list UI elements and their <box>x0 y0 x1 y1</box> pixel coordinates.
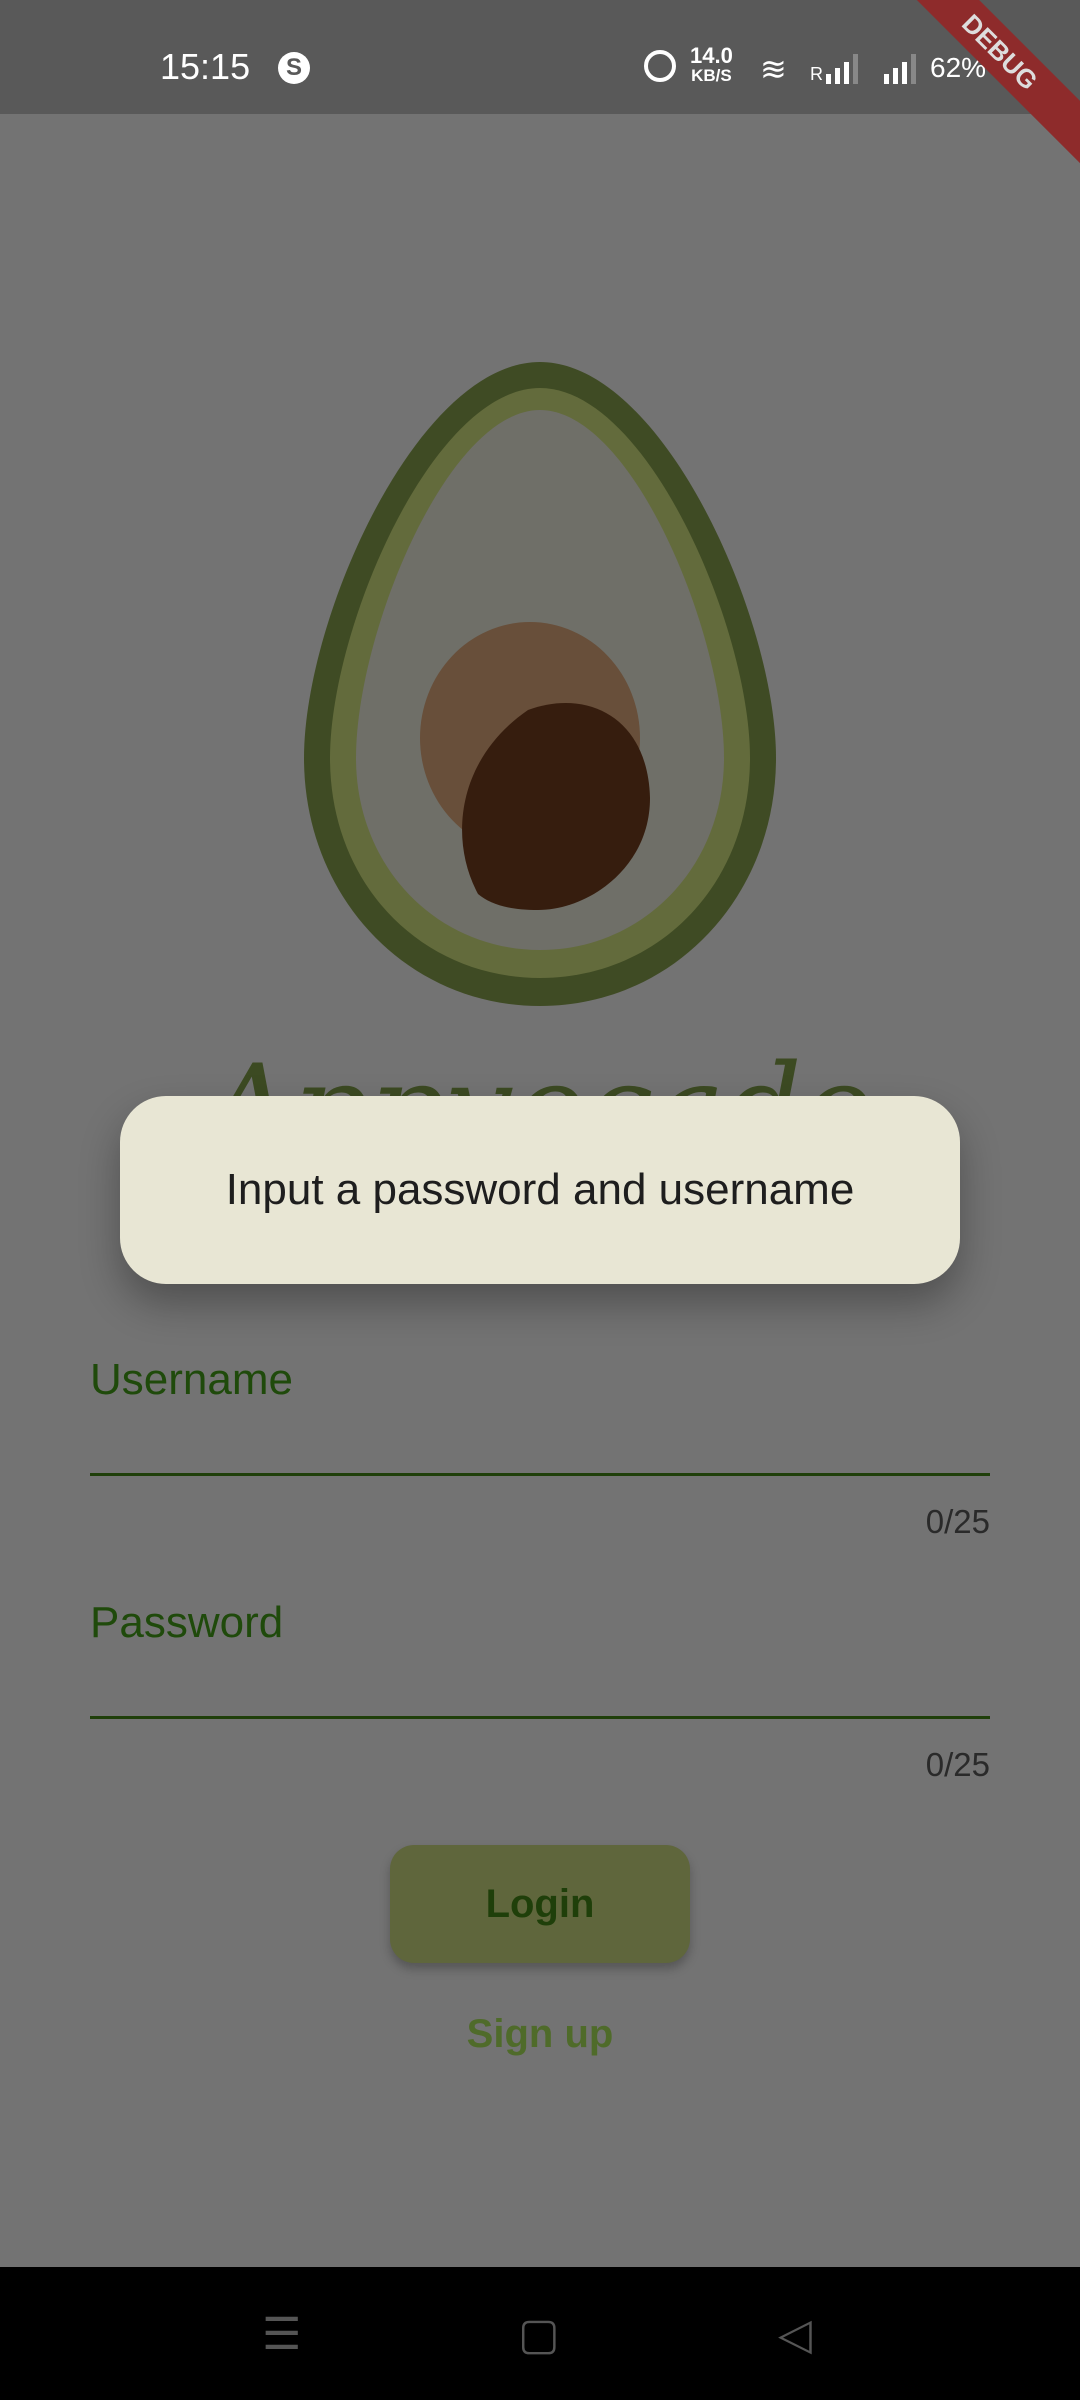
alarm-icon <box>644 50 676 82</box>
network-speed: 14.0 KB/S <box>690 43 733 86</box>
password-field[interactable]: Password 0/25 <box>90 1598 990 1788</box>
password-label: Password <box>90 1598 284 1647</box>
speed-unit: KB/S <box>691 66 732 85</box>
username-underline <box>90 1473 990 1476</box>
navigation-bar: ☰ ▢ ◁ <box>0 2267 1080 2400</box>
roaming-label: R <box>810 64 823 84</box>
signal-icon-2 <box>884 54 916 84</box>
avocado-logo <box>304 362 776 1006</box>
speed-value: 14.0 <box>690 43 733 68</box>
status-bar: 15:15 S 14.0 KB/S ≋ R 62% <box>0 0 1080 114</box>
password-counter: 0/25 <box>925 1746 990 1783</box>
menu-icon[interactable]: ☰ <box>262 2309 301 2360</box>
dialog-message: Input a password and username <box>225 1165 855 1214</box>
login-button[interactable]: Login <box>390 1845 690 1963</box>
wifi-icon: ≋ <box>760 51 787 87</box>
password-underline <box>90 1716 990 1719</box>
signup-button[interactable]: Sign up <box>0 2012 1080 2057</box>
app-notification-icon: S <box>278 52 310 84</box>
username-counter: 0/25 <box>925 1503 990 1540</box>
home-icon[interactable]: ▢ <box>518 2309 560 2360</box>
signal-icon <box>826 54 858 84</box>
status-time: 15:15 <box>160 46 251 87</box>
back-icon[interactable]: ◁ <box>778 2309 812 2360</box>
username-label: Username <box>90 1355 293 1404</box>
username-field[interactable]: Username 0/25 <box>90 1355 990 1545</box>
alert-dialog: Input a password and username <box>120 1096 960 1284</box>
